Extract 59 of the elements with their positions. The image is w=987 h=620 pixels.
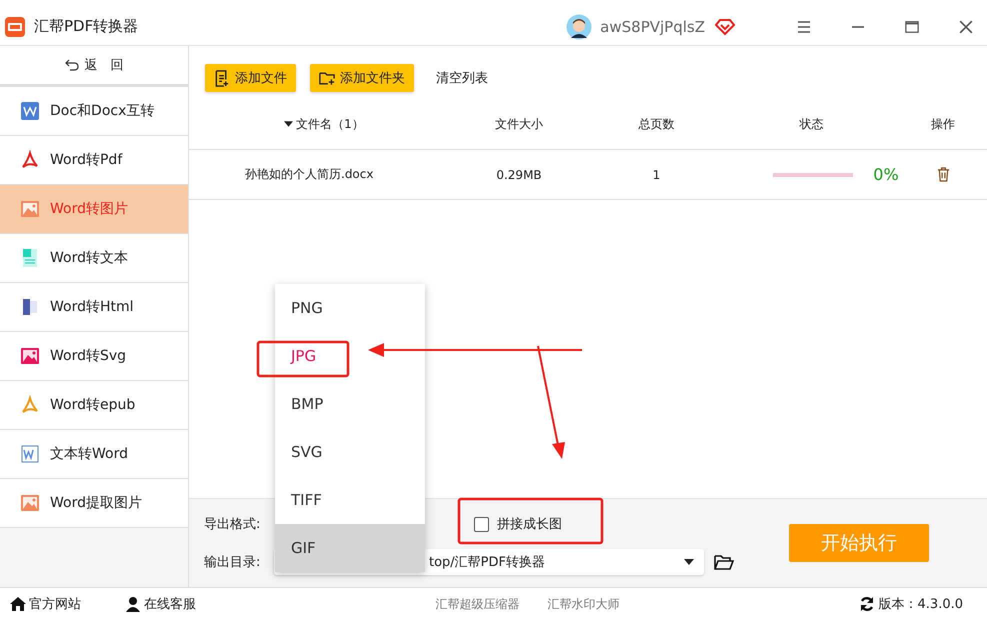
username: awS8PVjPqlsZ bbox=[600, 18, 705, 36]
support-link[interactable]: 在线客服 bbox=[125, 595, 196, 613]
image-icon bbox=[20, 346, 40, 366]
add-folder-button[interactable]: 添加文件夹 bbox=[310, 64, 414, 92]
sort-caret-icon bbox=[284, 121, 294, 128]
acrobat-icon bbox=[20, 150, 40, 170]
vip-diamond-icon[interactable] bbox=[715, 18, 735, 36]
sidebar-item[interactable]: Word转epub bbox=[0, 381, 188, 430]
sidebar-item[interactable]: 文本转Word bbox=[0, 430, 188, 479]
column-header: 操作 bbox=[930, 116, 956, 132]
folder-icon[interactable] bbox=[714, 554, 734, 570]
product-link[interactable]: 汇帮超级压缩器 bbox=[435, 596, 520, 612]
back-button[interactable]: 返 回 bbox=[0, 46, 188, 87]
refresh-icon bbox=[858, 596, 875, 612]
format-option[interactable]: TIFF bbox=[275, 476, 425, 524]
back-arrow-icon bbox=[64, 59, 78, 71]
trash-icon[interactable] bbox=[936, 167, 950, 182]
avatar-icon[interactable] bbox=[566, 14, 592, 40]
file-name-cell-text: 孙艳如的个人简历.docx bbox=[244, 166, 374, 183]
person-icon bbox=[125, 596, 141, 612]
column-header: 文件大小 bbox=[494, 116, 544, 132]
output-label: 输出目录: bbox=[204, 554, 262, 571]
product-link[interactable]: 汇帮水印大师 bbox=[547, 596, 620, 612]
column-header: 总页数 bbox=[638, 116, 676, 132]
folder-add-icon bbox=[319, 70, 335, 86]
file-add-icon bbox=[214, 70, 230, 86]
page-count-cell-text: 1 bbox=[652, 168, 662, 182]
window-title: 汇帮PDF转换器 bbox=[34, 17, 138, 36]
column-header[interactable]: 文件名（1） bbox=[189, 116, 449, 132]
format-option[interactable]: JPG bbox=[275, 332, 425, 380]
format-option[interactable]: BMP bbox=[275, 380, 425, 428]
app-logo-icon bbox=[4, 16, 26, 38]
sidebar-item[interactable]: Word转Svg bbox=[0, 332, 188, 381]
format-option[interactable]: SVG bbox=[275, 428, 425, 476]
format-option[interactable]: GIF bbox=[275, 524, 425, 572]
column-header: 状态 bbox=[798, 116, 824, 132]
progress-percent: 0% bbox=[873, 165, 899, 184]
home-icon bbox=[10, 596, 26, 612]
website-link[interactable]: 官方网站 bbox=[10, 595, 81, 613]
version-label: 版本：4.3.0.0 bbox=[858, 595, 964, 613]
file-size-cell-text: 0.29MB bbox=[495, 168, 543, 182]
clear-list-button[interactable]: 清空列表 bbox=[436, 69, 488, 87]
image-icon bbox=[20, 493, 40, 513]
document-icon bbox=[20, 248, 40, 268]
maximize-icon[interactable] bbox=[905, 20, 919, 34]
document-icon bbox=[20, 101, 40, 121]
sidebar-item[interactable]: Word转文本 bbox=[0, 234, 188, 283]
sidebar-item[interactable]: Doc和Docx互转 bbox=[0, 87, 188, 136]
format-option[interactable]: PNG bbox=[275, 284, 425, 332]
add-file-button[interactable]: 添加文件 bbox=[205, 64, 296, 92]
menu-icon[interactable] bbox=[797, 20, 811, 34]
document-icon bbox=[20, 297, 40, 317]
sidebar-item[interactable]: Word转Html bbox=[0, 283, 188, 332]
caret-icon bbox=[684, 559, 694, 565]
close-icon[interactable] bbox=[959, 20, 973, 34]
document-icon bbox=[20, 444, 40, 464]
image-icon bbox=[20, 199, 40, 219]
acrobat-icon bbox=[20, 395, 40, 415]
format-label: 导出格式: bbox=[204, 516, 262, 533]
